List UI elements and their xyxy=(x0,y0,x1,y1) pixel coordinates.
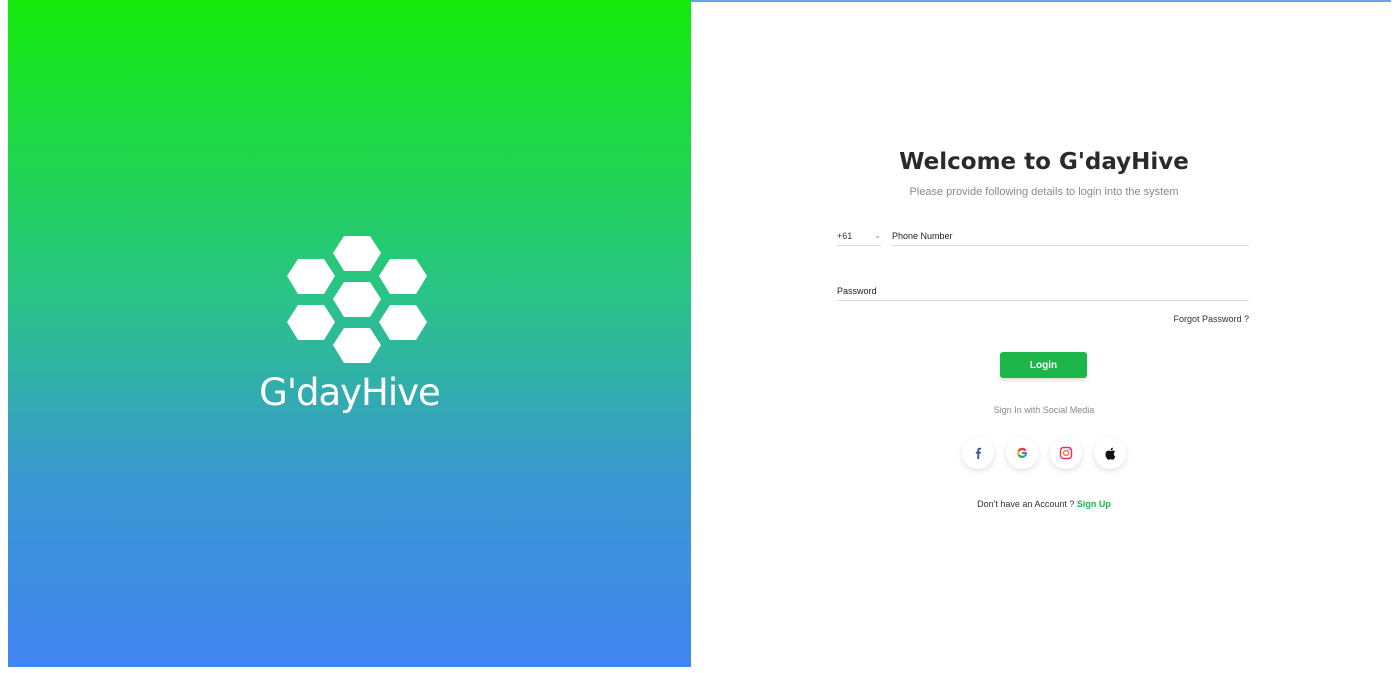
instagram-icon xyxy=(1059,446,1073,460)
login-subtitle: Please provide following details to logi… xyxy=(909,186,1179,198)
social-login-row xyxy=(962,437,1126,469)
signup-link[interactable]: Sign Up xyxy=(1077,499,1111,509)
signup-prompt: Don't have an Account ? Sign Up xyxy=(691,499,1397,509)
brand-logo-text: G'dayHive xyxy=(259,371,441,414)
login-page: G'dayHive Welcome to G'dayHive Please pr… xyxy=(0,0,1397,673)
forgot-password-link[interactable]: Forgot Password ? xyxy=(1131,314,1249,324)
welcome-prefix: Welcome to xyxy=(899,149,1059,175)
no-account-text: Don't have an Account ? xyxy=(977,499,1077,509)
instagram-login-button[interactable] xyxy=(1050,437,1082,469)
chevron-down-icon: ⌄ xyxy=(874,231,881,240)
apple-login-button[interactable] xyxy=(1094,437,1126,469)
honeycomb-icon xyxy=(287,236,427,363)
phone-number-input[interactable] xyxy=(892,226,1249,246)
country-code-select[interactable]: +61 ⌄ xyxy=(837,226,881,246)
facebook-login-button[interactable] xyxy=(962,437,994,469)
facebook-icon xyxy=(975,447,982,459)
password-input[interactable] xyxy=(837,281,1249,301)
welcome-heading: Welcome to G'dayHive xyxy=(691,146,1397,178)
login-panel: Welcome to G'dayHive Please provide foll… xyxy=(691,0,1397,673)
welcome-brand: G'dayHive xyxy=(1058,149,1189,175)
google-icon xyxy=(1017,447,1028,459)
login-button[interactable]: Login xyxy=(1000,352,1087,378)
apple-icon xyxy=(1105,447,1116,460)
google-login-button[interactable] xyxy=(1006,437,1038,469)
social-login-label: Sign In with Social Media xyxy=(993,405,1095,415)
brand-panel: G'dayHive xyxy=(8,0,691,667)
country-code-value: +61 xyxy=(837,230,853,241)
